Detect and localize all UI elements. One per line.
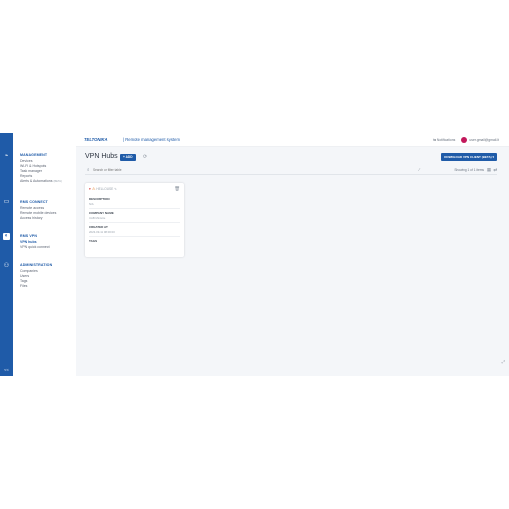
sidebar-item-remote-mobile-devices[interactable]: Remote mobile devices xyxy=(20,211,56,215)
warning-icon: ⚠ xyxy=(91,186,96,191)
edit-icon[interactable]: ✎ xyxy=(114,187,117,191)
collapse-sidebar-button[interactable]: << xyxy=(3,367,10,372)
sidebar-item-alerts-automations[interactable]: Alerts & Automations(BETA) xyxy=(20,179,62,183)
connect-icon[interactable]: ▭ xyxy=(3,199,10,206)
section-title-administration: ADMINISTRATION xyxy=(20,263,53,267)
sidebar-item-vpn-hubs[interactable]: VPN hubs xyxy=(20,240,37,244)
sidebar-item-companies[interactable]: Companies xyxy=(20,269,38,273)
field-label: CREATED AT xyxy=(89,225,108,229)
users-icon[interactable]: ⚇ xyxy=(3,263,10,270)
sidebar-item-remote-access[interactable]: Remote access xyxy=(20,206,44,210)
search-row: ⌕ ⁄ Showing 1 of 1 items ▦ ⇄ xyxy=(85,167,497,175)
divider xyxy=(89,236,180,237)
grid-view-icon[interactable]: ▦ xyxy=(487,167,491,173)
sidebar-item-wifi-hotspots[interactable]: Wi-Fi & Hotspots xyxy=(20,164,46,168)
sidebar-item-reports[interactable]: Reports xyxy=(20,174,32,178)
refresh-icon[interactable]: ⟳ xyxy=(143,154,147,160)
section-title-management: MANAGEMENT xyxy=(20,153,48,157)
hub-name[interactable]: HELLOUSE xyxy=(96,187,113,191)
expand-caret-icon[interactable]: ▾ xyxy=(89,187,91,191)
section-title-rms-connect: RMS CONNECT xyxy=(20,200,48,204)
filter-icon[interactable]: ⁄ xyxy=(419,167,420,173)
sidebar-item-tags[interactable]: Tags xyxy=(20,279,27,283)
main-content: VPN Hubs + ADD ⟳ DOWNLOAD VPN CLIENT (BE… xyxy=(76,147,509,376)
sidebar-item-files[interactable]: Files xyxy=(20,284,27,288)
beta-badge: (BETA) xyxy=(53,180,62,183)
divider xyxy=(89,208,180,209)
sidebar-item-users[interactable]: Users xyxy=(20,274,29,278)
avatar[interactable] xyxy=(461,137,468,143)
header-right: ⇆ Notifications user.gmail@gmail.lt xyxy=(433,137,499,143)
section-title-rms-vpn: RMS VPN xyxy=(20,234,38,238)
field-tags: TAGS xyxy=(89,239,180,244)
card-header: ▾⚠ HELLOUSE ✎ xyxy=(89,186,117,191)
field-created-at: CREATED AT 2023-09-11 08:00:00 xyxy=(89,225,180,234)
top-header: TELTONIKA | Remote management system ⇆ N… xyxy=(76,133,509,147)
field-value: UAB Ministre xyxy=(89,215,106,220)
download-vpn-client-button[interactable]: DOWNLOAD VPN CLIENT (BETA) ▾ xyxy=(441,153,497,161)
app-title: | Remote management system xyxy=(123,137,180,142)
user-email[interactable]: user.gmail@gmail.lt xyxy=(469,138,499,142)
page-title: VPN Hubs xyxy=(85,153,118,160)
sidebar-item-label: Alerts & Automations xyxy=(20,179,53,183)
sidebar-item-vpn-quick-connect[interactable]: VPN quick connect xyxy=(20,245,50,249)
vpn-icon[interactable]: ◐ xyxy=(3,233,10,240)
sidebar-item-access-history[interactable]: Access history xyxy=(20,216,43,220)
devices-icon[interactable]: ⌁ xyxy=(3,153,10,160)
search-input[interactable] xyxy=(85,167,423,173)
field-value: 2023-09-11 08:00:00 xyxy=(89,229,115,234)
field-description: DESCRIPTION N/A xyxy=(89,197,180,206)
divider xyxy=(89,222,180,223)
showing-count: Showing 1 of 1 items xyxy=(454,168,484,172)
app-screen: ⌁ ▭ ◐ ⚇ << MANAGEMENT Devices Wi-Fi & Ho… xyxy=(0,133,509,376)
sidebar-menu: MANAGEMENT Devices Wi-Fi & Hotspots Task… xyxy=(13,133,77,376)
field-value: N/A xyxy=(89,201,94,206)
vpn-hub-card[interactable]: ▾⚠ HELLOUSE ✎ 🗑 DESCRIPTION N/A COMPANY … xyxy=(85,183,184,257)
field-company-name: COMPANY NAME UAB Ministre xyxy=(89,211,180,220)
expand-icon[interactable]: ⤢ xyxy=(502,359,505,364)
delete-icon[interactable]: 🗑 xyxy=(174,186,180,192)
field-label: COMPANY NAME xyxy=(89,211,114,215)
sync-icon[interactable]: ⇄ xyxy=(493,167,497,173)
field-label: DESCRIPTION xyxy=(89,197,110,201)
field-label: TAGS xyxy=(89,239,98,243)
sidebar-item-task-manager[interactable]: Task manager xyxy=(20,169,42,173)
notifications-link[interactable]: Notifications xyxy=(437,138,455,142)
sidebar-item-devices[interactable]: Devices xyxy=(20,159,32,163)
icon-rail: ⌁ ▭ ◐ ⚇ << xyxy=(0,133,13,376)
teltonika-logo[interactable]: TELTONIKA xyxy=(84,137,108,142)
add-button[interactable]: + ADD xyxy=(120,154,136,161)
